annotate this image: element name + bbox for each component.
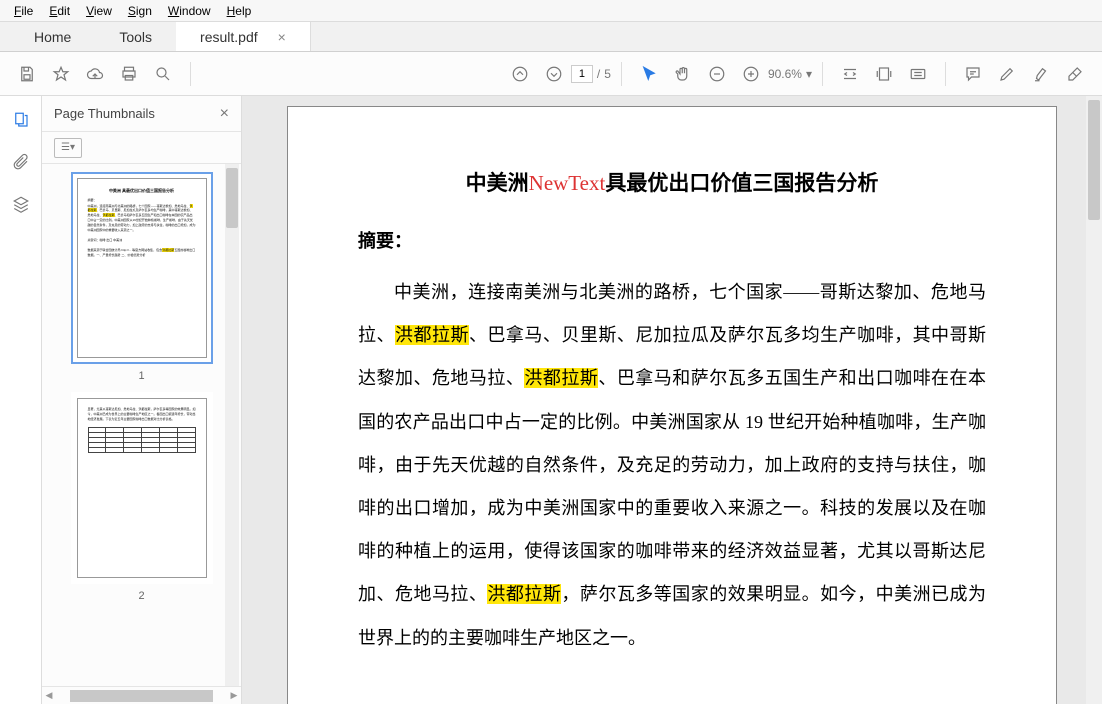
- thumbnail-page-2[interactable]: 显著，尤其以哥斯达尼加、危地马拉、洪都拉斯，萨尔瓦多等国家的效果明显。如今，中美…: [71, 392, 213, 584]
- chevron-down-icon: ▾: [70, 142, 75, 153]
- zoom-in-icon[interactable]: [734, 57, 768, 91]
- selection-arrow-icon[interactable]: [632, 57, 666, 91]
- doc-scrollbar[interactable]: [1086, 96, 1102, 704]
- comment-icon[interactable]: [956, 57, 990, 91]
- thumbnails-toolbar: ☰ ▾: [42, 132, 241, 164]
- hscroll-left-arrow-icon[interactable]: ◀: [42, 690, 56, 701]
- main-area: Page Thumbnails × ☰ ▾ 中美洲 具最优出口价值三国报告分析 …: [0, 96, 1102, 704]
- thumbnails-header: Page Thumbnails ×: [42, 96, 241, 132]
- menu-edit[interactable]: Edit: [43, 2, 76, 20]
- toolbar-separator: [945, 62, 946, 86]
- summary-label: 摘要：: [358, 227, 986, 253]
- page-control: / 5: [571, 65, 611, 83]
- tab-document-label: result.pdf: [200, 29, 258, 45]
- title-insert: NewText: [529, 171, 606, 195]
- thumbnails-panel: Page Thumbnails × ☰ ▾ 中美洲 具最优出口价值三国报告分析 …: [42, 96, 242, 704]
- thumbnails-scrollbar-thumb[interactable]: [226, 168, 238, 228]
- title-pre: 中美洲: [466, 171, 529, 195]
- tab-home[interactable]: Home: [10, 22, 95, 51]
- thumbnail-label-1: 1: [42, 370, 241, 382]
- document-title: 中美洲NewText具最优出口价值三国报告分析: [358, 167, 986, 197]
- star-icon[interactable]: [44, 57, 78, 91]
- menu-window[interactable]: Window: [162, 2, 217, 20]
- attachments-rail-icon[interactable]: [9, 150, 33, 174]
- read-mode-icon[interactable]: [901, 57, 935, 91]
- upload-cloud-icon[interactable]: [78, 57, 112, 91]
- print-icon[interactable]: [112, 57, 146, 91]
- search-icon[interactable]: [146, 57, 180, 91]
- doc-scrollbar-thumb[interactable]: [1088, 100, 1100, 220]
- toolbar-separator: [190, 62, 191, 86]
- document-paragraph: 中美洲，连接南美洲与北美洲的路桥，七个国家——哥斯达黎加、危地马拉、洪都拉斯、巴…: [358, 271, 986, 660]
- thumbnails-hscroll[interactable]: ◀ ▶: [42, 686, 241, 704]
- page-separator: /: [597, 67, 600, 81]
- zoom-out-icon[interactable]: [700, 57, 734, 91]
- highlight-1: 洪都拉斯: [395, 325, 469, 345]
- thumbnails-title: Page Thumbnails: [54, 106, 155, 121]
- toolbar: / 5 90.6% ▾: [0, 52, 1102, 96]
- erase-icon[interactable]: [1058, 57, 1092, 91]
- highlight-icon[interactable]: [1024, 57, 1058, 91]
- para-text: 、巴拿马和萨尔瓦多五国生产和出口咖啡在在本国的农产品出口中占一定的比例。中美洲国…: [358, 368, 986, 604]
- fit-page-icon[interactable]: [867, 57, 901, 91]
- highlight-2: 洪都拉斯: [524, 368, 598, 388]
- toolbar-separator: [822, 62, 823, 86]
- zoom-value: 90.6%: [768, 67, 802, 81]
- tab-bar: Home Tools result.pdf ×: [0, 22, 1102, 52]
- page-current-input[interactable]: [571, 65, 593, 83]
- highlight-3: 洪都拉斯: [487, 584, 561, 604]
- page-total: 5: [604, 67, 611, 81]
- menu-sign[interactable]: Sign: [122, 2, 158, 20]
- fit-width-icon[interactable]: [833, 57, 867, 91]
- menu-bar: File Edit View Sign Window Help: [0, 0, 1102, 22]
- thumbnail-page-1[interactable]: 中美洲 具最优出口价值三国报告分析 摘要： 中美洲，连接南美洲与北美洲的路桥，七…: [71, 172, 213, 364]
- document-viewport[interactable]: 中美洲NewText具最优出口价值三国报告分析 摘要： 中美洲，连接南美洲与北美…: [242, 96, 1102, 704]
- thumbnails-scrollbar[interactable]: [225, 164, 239, 686]
- page-down-icon[interactable]: [537, 57, 571, 91]
- toolbar-separator: [621, 62, 622, 86]
- zoom-control[interactable]: 90.6% ▾: [768, 67, 812, 81]
- hscroll-right-arrow-icon[interactable]: ▶: [227, 690, 241, 701]
- sign-pen-icon[interactable]: [990, 57, 1024, 91]
- hand-pan-icon[interactable]: [666, 57, 700, 91]
- tab-document[interactable]: result.pdf ×: [176, 22, 311, 51]
- save-icon[interactable]: [10, 57, 44, 91]
- thumbnails-close-icon[interactable]: ×: [220, 105, 229, 123]
- zoom-dropdown-icon[interactable]: ▾: [806, 67, 812, 81]
- menu-help[interactable]: Help: [221, 2, 258, 20]
- layers-rail-icon[interactable]: [9, 192, 33, 216]
- document-page: 中美洲NewText具最优出口价值三国报告分析 摘要： 中美洲，连接南美洲与北美…: [287, 106, 1057, 704]
- hscroll-track[interactable]: [70, 690, 213, 702]
- page-up-icon[interactable]: [503, 57, 537, 91]
- tab-close-icon[interactable]: ×: [278, 29, 286, 45]
- tab-tools[interactable]: Tools: [95, 22, 176, 51]
- thumbnails-rail-icon[interactable]: [9, 108, 33, 132]
- thumbnails-options-button[interactable]: ☰ ▾: [54, 138, 82, 158]
- menu-file[interactable]: File: [8, 2, 39, 20]
- hscroll-thumb[interactable]: [70, 690, 213, 702]
- thumbnails-scroll[interactable]: 中美洲 具最优出口价值三国报告分析 摘要： 中美洲，连接南美洲与北美洲的路桥，七…: [42, 164, 241, 686]
- menu-view[interactable]: View: [80, 2, 118, 20]
- thumbnail-label-2: 2: [42, 590, 241, 602]
- title-post: 具最优出口价值三国报告分析: [605, 171, 878, 195]
- left-rail: [0, 96, 42, 704]
